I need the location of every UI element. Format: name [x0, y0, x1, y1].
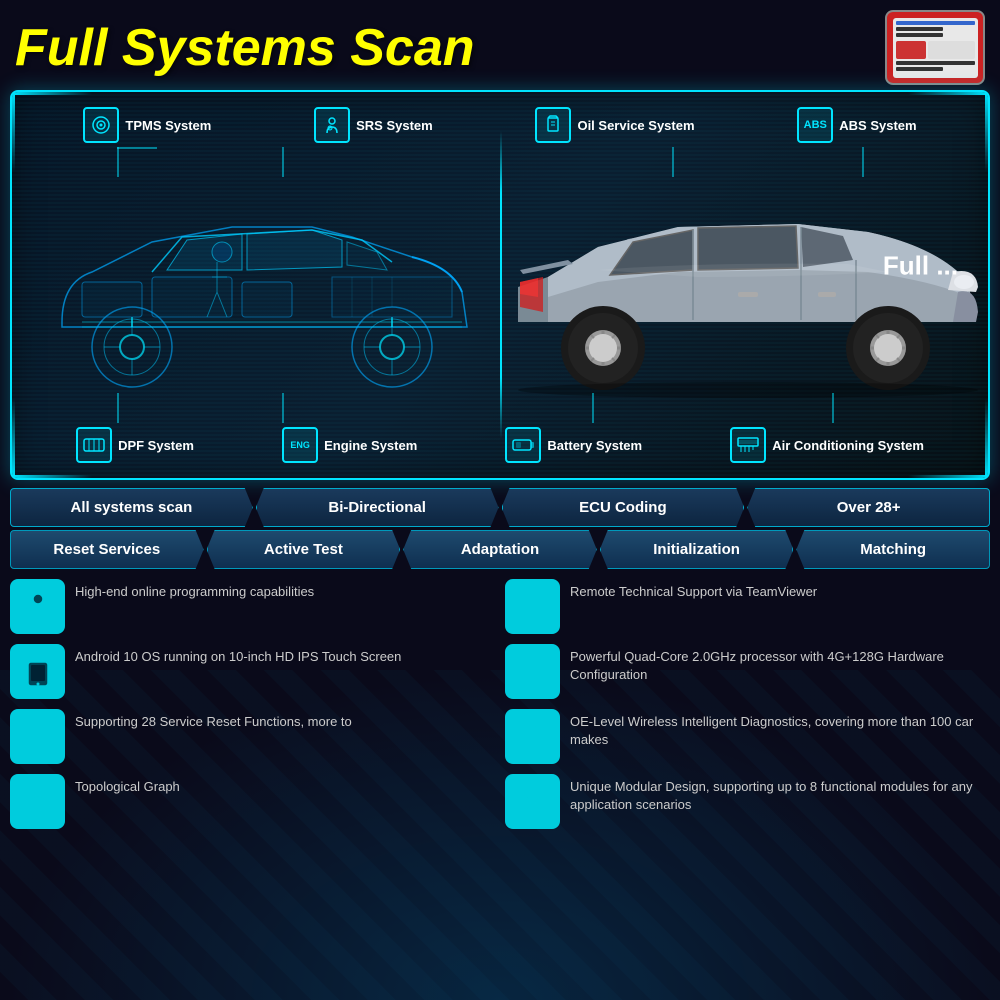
processor-text: Powerful Quad-Core 2.0GHz processor with…: [570, 644, 990, 684]
ac-icon: [730, 427, 766, 463]
srs-system: SRS System: [314, 107, 433, 143]
programming-icon: [10, 579, 65, 634]
ac-system: Air Conditioning System: [730, 427, 924, 463]
header: Full Systems Scan: [0, 0, 1000, 90]
battery-system: Battery System: [505, 427, 642, 463]
tab-all-systems-scan[interactable]: All systems scan: [10, 488, 253, 527]
abs-label: ABS System: [839, 118, 916, 133]
feature-processor: Powerful Quad-Core 2.0GHz processor with…: [505, 644, 990, 699]
nav-row-1: All systems scan Bi-Directional ECU Codi…: [10, 488, 990, 527]
systems-bottom: DPF System ENG Engine System Battery Sys…: [12, 427, 988, 463]
feature-programming: High-end online programming capabilities: [10, 579, 495, 634]
xray-car-svg: [32, 162, 492, 412]
topology-icon: [10, 774, 65, 829]
tablet-line: [896, 67, 943, 71]
reset-icon: [10, 709, 65, 764]
tab-ecu-coding[interactable]: ECU Coding: [502, 488, 745, 527]
abs-icon: ABS: [797, 107, 833, 143]
remote-support-icon: [505, 579, 560, 634]
abs-system: ABS ABS System: [797, 107, 916, 143]
reset-text: Supporting 28 Service Reset Functions, m…: [75, 709, 352, 731]
tab-over-28[interactable]: Over 28+: [747, 488, 990, 527]
feature-android: Android 10 OS running on 10-inch HD IPS …: [10, 644, 495, 699]
feature-reset: Supporting 28 Service Reset Functions, m…: [10, 709, 495, 764]
feature-wireless: OE-Level Wireless Intelligent Diagnostic…: [505, 709, 990, 764]
tablet-line: [896, 33, 943, 37]
tab-adaptation[interactable]: Adaptation: [403, 530, 597, 569]
tab-active-test[interactable]: Active Test: [207, 530, 401, 569]
dpf-icon: [76, 427, 112, 463]
tab-bi-directional[interactable]: Bi-Directional: [256, 488, 499, 527]
battery-icon: [505, 427, 541, 463]
tpms-icon: [83, 107, 119, 143]
systems-top: TPMS System SRS System Oil Service Syste…: [12, 107, 988, 143]
programming-text: High-end online programming capabilities: [75, 579, 314, 601]
android-icon: [10, 644, 65, 699]
processor-icon: [505, 644, 560, 699]
tpms-system: TPMS System: [83, 107, 211, 143]
car-display-section: TPMS System SRS System Oil Service Syste…: [10, 90, 990, 480]
tablet-device: [885, 10, 985, 85]
oil-label: Oil Service System: [577, 118, 694, 133]
tab-matching[interactable]: Matching: [796, 530, 990, 569]
real-car-svg: [498, 152, 990, 422]
feature-topology: Topological Graph: [10, 774, 495, 829]
center-divider: [500, 131, 502, 440]
topology-text: Topological Graph: [75, 774, 180, 796]
tablet-screen: [893, 18, 978, 78]
dpf-system: DPF System: [76, 427, 194, 463]
dpf-label: DPF System: [118, 438, 194, 453]
engine-system: ENG Engine System: [282, 427, 417, 463]
srs-label: SRS System: [356, 118, 433, 133]
modular-text: Unique Modular Design, supporting up to …: [570, 774, 990, 814]
feature-remote-support: Remote Technical Support via TeamViewer: [505, 579, 990, 634]
nav-row-2: Reset Services Active Test Adaptation In…: [10, 530, 990, 569]
feature-modular: Unique Modular Design, supporting up to …: [505, 774, 990, 829]
android-text: Android 10 OS running on 10-inch HD IPS …: [75, 644, 401, 666]
full-text-label: Full ...: [883, 250, 958, 281]
tablet-line: [896, 27, 943, 31]
tab-reset-services[interactable]: Reset Services: [10, 530, 204, 569]
wireless-icon: [505, 709, 560, 764]
srs-icon: [314, 107, 350, 143]
tpms-label: TPMS System: [125, 118, 211, 133]
ac-label: Air Conditioning System: [772, 438, 924, 453]
oil-system: Oil Service System: [535, 107, 694, 143]
engine-icon: ENG: [282, 427, 318, 463]
engine-label: Engine System: [324, 438, 417, 453]
wireless-text: OE-Level Wireless Intelligent Diagnostic…: [570, 709, 990, 749]
modular-icon: [505, 774, 560, 829]
battery-label: Battery System: [547, 438, 642, 453]
remote-support-text: Remote Technical Support via TeamViewer: [570, 579, 817, 601]
tablet-line: [896, 21, 975, 25]
page-title: Full Systems Scan: [15, 18, 475, 78]
tablet-line: [896, 61, 975, 65]
tab-initialization[interactable]: Initialization: [600, 530, 794, 569]
oil-icon: [535, 107, 571, 143]
features-grid: High-end online programming capabilities…: [10, 579, 990, 829]
